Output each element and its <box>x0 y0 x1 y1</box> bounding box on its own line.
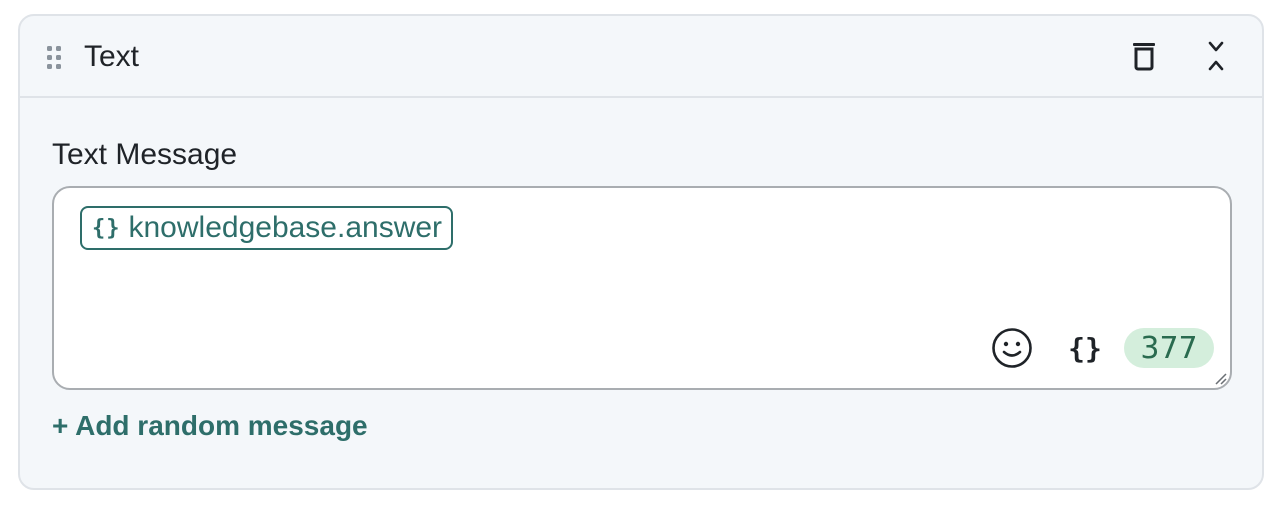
variable-chip[interactable]: {} knowledgebase.answer <box>80 206 454 250</box>
text-message-input[interactable]: {} knowledgebase.answer {} 377 <box>52 186 1232 390</box>
variable-chip-text: knowledgebase.answer <box>128 211 443 244</box>
card-title: Text <box>84 40 140 73</box>
insert-variable-button[interactable]: {} <box>1060 326 1110 370</box>
drag-handle-icon[interactable] <box>44 44 64 72</box>
collapse-icon <box>1208 41 1224 71</box>
character-count-badge: 377 <box>1124 328 1214 368</box>
delete-button[interactable] <box>1124 36 1164 76</box>
variable-braces-icon: {} <box>92 215 121 241</box>
text-message-label: Text Message <box>52 138 238 171</box>
resize-handle-icon[interactable] <box>1212 370 1228 386</box>
smiley-icon <box>992 328 1032 368</box>
emoji-button[interactable] <box>990 326 1034 370</box>
collapse-button[interactable] <box>1196 36 1236 76</box>
trash-icon <box>1133 43 1155 71</box>
text-block-card: Text Text Message {} knowledgebase.answe… <box>18 14 1264 490</box>
card-header: Text <box>20 16 1262 98</box>
add-random-message-link[interactable]: + Add random message <box>52 408 368 444</box>
